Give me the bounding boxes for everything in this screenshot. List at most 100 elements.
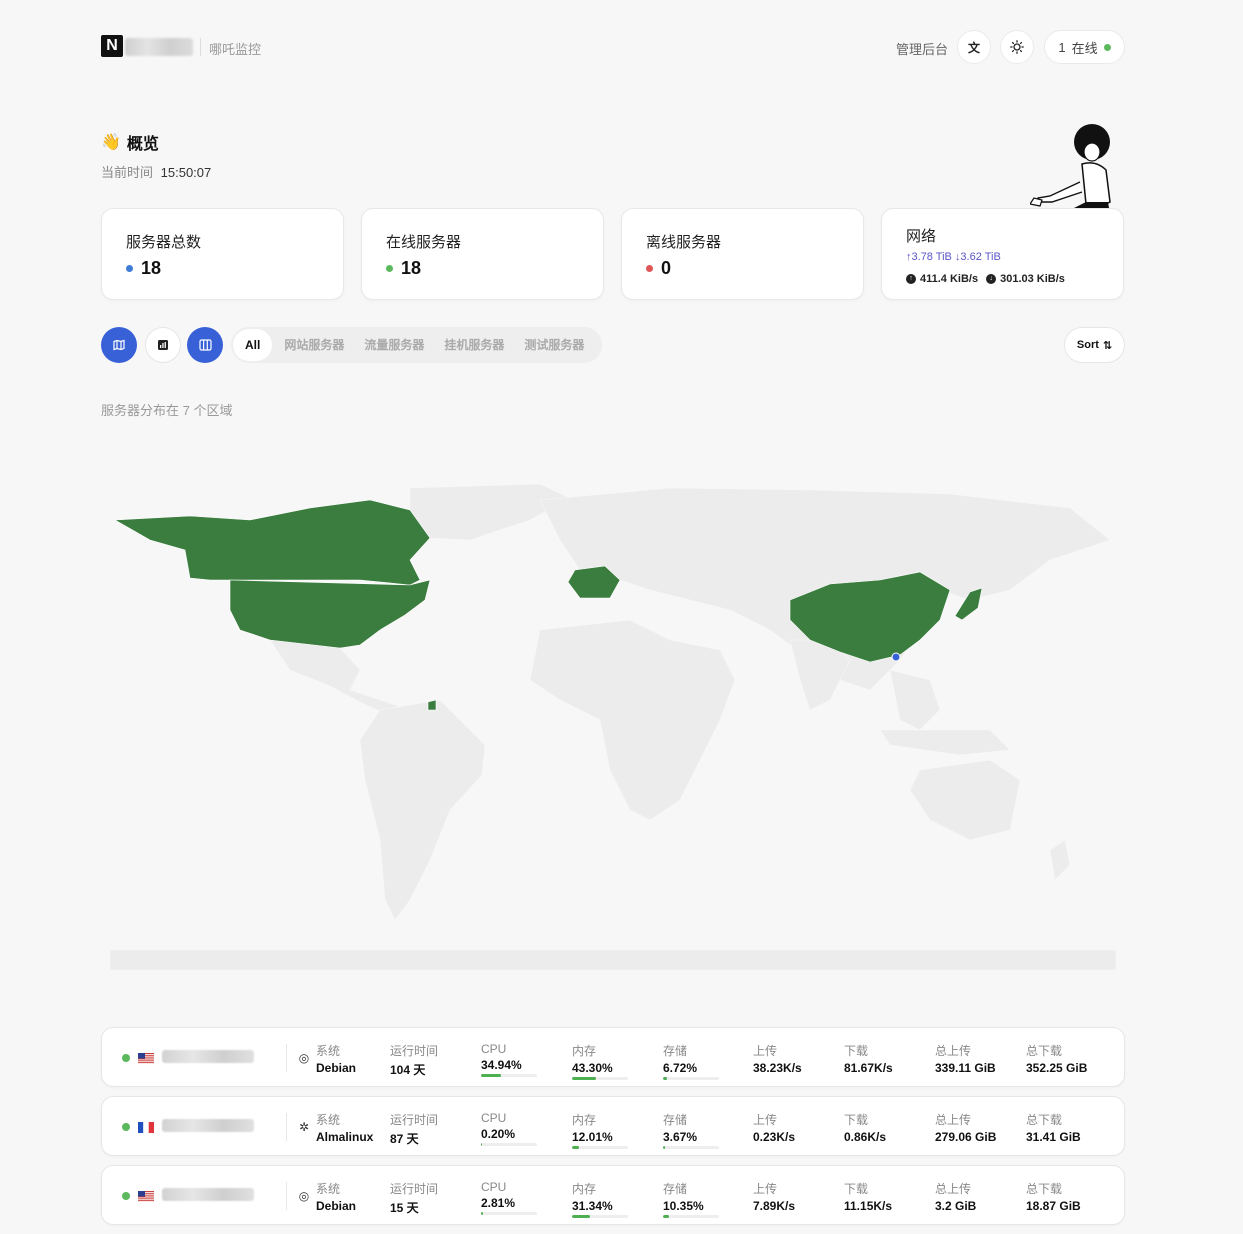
disk-label: 存储 (663, 1182, 688, 1196)
columns-view-button[interactable] (187, 327, 223, 363)
online-servers-card[interactable]: 在线服务器 18 (361, 208, 604, 300)
disk-value: 6.72% (663, 1061, 698, 1075)
online-servers-value: 18 (401, 258, 422, 278)
cpu-value: 34.94% (481, 1058, 522, 1072)
map-southeast-asia (889, 669, 941, 731)
sun-icon (1010, 40, 1024, 54)
top-header: N 哪吒监控 管理后台 文 1 在线 (101, 30, 1125, 64)
filter-bar: All 网站服务器 流量服务器 挂机服务器 测试服务器 Sort ⇅ (101, 327, 1125, 363)
total-servers-card[interactable]: 服务器总数 18 (101, 208, 344, 300)
server-disk-col: 存储 3.67% (663, 1111, 719, 1149)
debian-icon: ◎ (298, 1051, 310, 1065)
network-upload-speed: 411.4 KiB/s (920, 273, 979, 285)
network-totals: ↑3.78 TiB ↓3.62 TiB (906, 251, 1001, 263)
offline-servers-value-row: 0 (646, 258, 671, 279)
sort-label: Sort (1076, 339, 1099, 351)
current-time: 当前时间 15:50:07 (101, 162, 211, 181)
tab-all[interactable]: All (233, 329, 273, 361)
flag-us-icon (138, 1189, 154, 1202)
server-total-down-col: 总下载 18.87 GiB (1026, 1180, 1081, 1213)
cpu-usage-fill (481, 1212, 483, 1215)
total-dot-icon (126, 265, 133, 272)
up-value: 0.23K/s (753, 1130, 796, 1144)
total-up-label: 总上传 (935, 1044, 972, 1058)
server-status-dot-icon (122, 1123, 130, 1131)
online-count: 1 (1058, 39, 1066, 55)
down-label: 下载 (844, 1044, 869, 1058)
cpu-label: CPU (481, 1180, 507, 1194)
tab-web-servers[interactable]: 网站服务器 (276, 329, 352, 361)
map-server-marker[interactable] (891, 652, 901, 662)
server-cpu-col: CPU 2.81% (481, 1180, 537, 1215)
upload-circle-icon: ↑ (906, 274, 916, 284)
total-up-label: 总上传 (935, 1182, 972, 1196)
mem-label: 内存 (572, 1182, 597, 1196)
server-up-col: 上传 38.23K/s (753, 1042, 802, 1075)
total-down-label: 总下载 (1026, 1113, 1063, 1127)
server-cpu-col: CPU 34.94% (481, 1042, 537, 1077)
server-mem-col: 内存 12.01% (572, 1111, 628, 1149)
flag-us-icon (138, 1051, 154, 1064)
total-servers-label: 服务器总数 (126, 234, 202, 251)
cpu-usage-bar (481, 1143, 537, 1146)
up-label: 上传 (753, 1113, 778, 1127)
admin-link[interactable]: 管理后台 (896, 39, 948, 58)
total-servers-value: 18 (141, 258, 162, 278)
mem-value: 12.01% (572, 1130, 613, 1144)
disk-usage-bar (663, 1146, 719, 1149)
online-status-dot-icon (386, 265, 393, 272)
mem-value: 31.34% (572, 1199, 613, 1213)
server-down-col: 下载 0.86K/s (844, 1111, 886, 1144)
server-row[interactable]: ◎ 系统 Debian 运行时间 104 天 CPU 34.94% 内存 43.30% 存储 6.7… (101, 1027, 1125, 1087)
chart-view-button[interactable] (145, 327, 181, 363)
wave-hand-icon: 👋 (101, 134, 121, 151)
site-subtitle: 哪吒监控 (209, 42, 262, 57)
columns-icon (198, 339, 212, 351)
header-divider (200, 38, 201, 56)
site-logo[interactable]: N (101, 35, 123, 57)
offline-servers-card[interactable]: 离线服务器 0 (621, 208, 864, 300)
mem-label: 内存 (572, 1113, 597, 1127)
down-label: 下载 (844, 1113, 869, 1127)
mem-usage-fill (572, 1146, 579, 1149)
current-time-label: 当前时间 (101, 165, 154, 180)
os-label: 系统 (316, 1044, 341, 1058)
os-label: 系统 (316, 1113, 341, 1127)
online-servers-label: 在线服务器 (386, 234, 462, 251)
map-region-guiana (427, 699, 437, 711)
total-servers-value-row: 18 (126, 258, 161, 279)
sort-button[interactable]: Sort ⇅ (1064, 327, 1125, 363)
cpu-label: CPU (481, 1111, 507, 1125)
map-view-button[interactable] (101, 327, 137, 363)
server-disk-col: 存储 6.72% (663, 1042, 719, 1080)
cpu-usage-bar (481, 1212, 537, 1215)
theme-toggle-button[interactable] (1000, 30, 1034, 64)
overview-section: 👋 概览 当前时间 15:50:07 (101, 130, 211, 181)
server-row[interactable]: ◎ 系统 Debian 运行时间 15 天 CPU 2.81% 内存 31.34% 存储 10.35… (101, 1165, 1125, 1225)
server-row[interactable]: ✲ 系统 Almalinux 运行时间 87 天 CPU 0.20% 内存 12.01% 存储 3.… (101, 1096, 1125, 1156)
disk-value: 10.35% (663, 1199, 704, 1213)
total-up-value: 279.06 GiB (935, 1130, 997, 1144)
current-time-value: 15:50:07 (160, 165, 212, 180)
almalinux-icon: ✲ (298, 1120, 310, 1134)
offline-servers-value: 0 (661, 258, 672, 278)
tab-traffic-servers[interactable]: 流量服务器 (356, 329, 432, 361)
network-card[interactable]: 网络 ↑3.78 TiB ↓3.62 TiB ↑ 411.4 KiB/s ↓ 3… (881, 208, 1124, 300)
tab-idle-servers[interactable]: 挂机服务器 (436, 329, 512, 361)
down-value: 81.67K/s (844, 1061, 893, 1075)
os-label: 系统 (316, 1182, 341, 1196)
server-os-col: 系统 Debian (316, 1042, 356, 1075)
server-uptime-col: 运行时间 15 天 (390, 1180, 438, 1216)
server-total-up-col: 总上传 279.06 GiB (935, 1111, 996, 1144)
map-region-canada (113, 499, 431, 586)
online-label: 在线 (1071, 40, 1098, 56)
network-upload-total: ↑3.78 TiB (906, 251, 952, 263)
server-os-col: 系统 Debian (316, 1180, 356, 1213)
total-down-value: 18.87 GiB (1026, 1199, 1081, 1213)
total-down-value: 31.41 GiB (1026, 1130, 1081, 1144)
down-label: 下载 (844, 1182, 869, 1196)
language-button[interactable]: 文 (957, 30, 991, 64)
tab-test-servers[interactable]: 测试服务器 (516, 329, 592, 361)
server-name-redacted (162, 1050, 254, 1063)
site-name-redacted (125, 38, 193, 56)
